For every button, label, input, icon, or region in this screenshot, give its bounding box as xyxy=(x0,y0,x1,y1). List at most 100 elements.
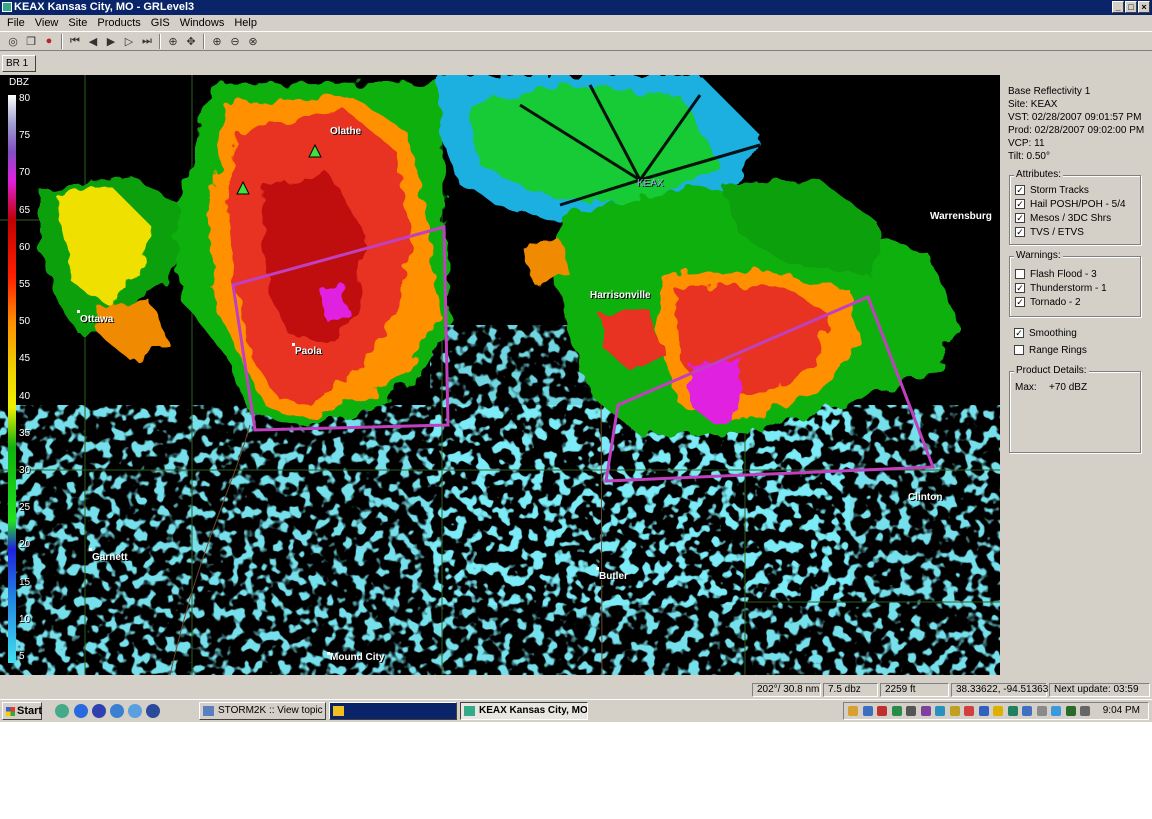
quicklaunch-media-icon[interactable] xyxy=(146,704,160,718)
grlevel3-window: KEAX Kansas City, MO - GRLevel3 _ □ × Fi… xyxy=(0,0,1152,722)
maximize-button[interactable]: □ xyxy=(1125,1,1137,13)
tray-icon[interactable] xyxy=(891,706,902,716)
tray-icon[interactable] xyxy=(877,706,887,716)
checkbox-icon[interactable] xyxy=(1015,269,1025,279)
tray-icon[interactable] xyxy=(848,706,858,716)
legend-tick-label: 10 xyxy=(19,613,31,625)
menu-file[interactable]: File xyxy=(2,15,30,31)
tray-icon[interactable] xyxy=(949,706,960,716)
next-frame-icon[interactable]: ▷ xyxy=(120,33,138,50)
product-name: Base Reflectivity 1 xyxy=(1008,86,1091,97)
checkbox-icon[interactable]: ✓ xyxy=(1014,328,1024,338)
status-next-update: Next update: 03:59 xyxy=(1049,683,1150,697)
quicklaunch-music-icon[interactable] xyxy=(55,704,69,718)
warn-tornado[interactable]: ✓ Tornado - 2 xyxy=(1010,295,1140,309)
prod-time: Prod: 02/28/2007 09:02:00 PM xyxy=(1008,125,1145,136)
tray-icon[interactable] xyxy=(964,706,974,716)
menu-bar: File View Site Products GIS Windows Help xyxy=(0,15,1152,31)
menu-site[interactable]: Site xyxy=(63,15,92,31)
tray-icon[interactable] xyxy=(935,706,945,716)
city-harrisonville: Harrisonville xyxy=(590,290,651,301)
city-keax: KEAX xyxy=(637,178,664,189)
butler-dot xyxy=(596,567,599,570)
tray-icon[interactable] xyxy=(1080,706,1090,716)
tab-br1[interactable]: BR 1 xyxy=(2,55,36,72)
checkbox-icon[interactable]: ✓ xyxy=(1015,199,1025,209)
system-tray: 9:04 PM xyxy=(843,702,1149,720)
tilt-label: Tilt: 0.50° xyxy=(1008,151,1050,162)
browser-icon xyxy=(203,706,214,716)
quicklaunch-ie-icon[interactable] xyxy=(74,704,88,718)
attr-hail[interactable]: ✓ Hail POSH/POH - 5/4 xyxy=(1010,197,1140,211)
quicklaunch-search-icon[interactable] xyxy=(128,704,142,718)
warn-thunderstorm[interactable]: ✓ Thunderstorm - 1 xyxy=(1010,281,1140,295)
tray-icon[interactable] xyxy=(1007,706,1018,716)
range-rings-toggle[interactable]: Range Rings xyxy=(1009,343,1087,357)
status-dbz: 7.5 dbz xyxy=(823,683,878,697)
city-paola: Paola xyxy=(295,346,322,357)
menu-products[interactable]: Products xyxy=(92,15,145,31)
checkbox-icon[interactable] xyxy=(1014,345,1024,355)
product-details-title: Product Details: xyxy=(1014,365,1089,376)
attr-tvs[interactable]: ✓ TVS / ETVS xyxy=(1010,225,1140,239)
copy-icon[interactable]: ❐ xyxy=(22,33,40,50)
quicklaunch-browser-icon[interactable] xyxy=(110,704,124,718)
menu-gis[interactable]: GIS xyxy=(146,15,175,31)
zoom-out-icon[interactable]: ⊖ xyxy=(226,33,244,50)
smoothing-toggle[interactable]: ✓ Smoothing xyxy=(1009,326,1087,340)
grlevel3-icon xyxy=(464,706,475,716)
checkbox-icon[interactable]: ✓ xyxy=(1015,297,1025,307)
open-icon[interactable]: ◎ xyxy=(4,33,22,50)
menu-help[interactable]: Help xyxy=(229,15,262,31)
title-bar[interactable]: KEAX Kansas City, MO - GRLevel3 _ □ × xyxy=(0,0,1152,15)
last-frame-icon[interactable]: ⏭ xyxy=(138,33,156,50)
menu-view[interactable]: View xyxy=(30,15,64,31)
checkbox-icon[interactable]: ✓ xyxy=(1015,185,1025,195)
close-button[interactable]: × xyxy=(1138,1,1150,13)
play-icon[interactable]: ▶ xyxy=(102,33,120,50)
legend-tick-label: 50 xyxy=(19,316,31,328)
legend-tick-label: 35 xyxy=(19,427,31,439)
checkbox-icon[interactable]: ✓ xyxy=(1015,213,1025,223)
legend-tick-label: 25 xyxy=(19,502,31,514)
tab-strip: BR 1 xyxy=(0,53,1152,73)
status-bar: 202°/ 30.8 nm 7.5 dbz 2259 ft 38.33622, … xyxy=(0,682,1152,698)
max-value: +70 dBZ xyxy=(1049,381,1088,393)
prev-frame-icon[interactable]: ◀ xyxy=(84,33,102,50)
task-grlevel3[interactable]: KEAX Kansas City, MO ... xyxy=(460,702,588,720)
tray-icon[interactable] xyxy=(920,706,931,716)
tray-icon[interactable] xyxy=(1051,706,1061,716)
zoom-reset-icon[interactable]: ⊗ xyxy=(244,33,262,50)
first-frame-icon[interactable]: ⏮ xyxy=(66,33,84,50)
task-running-app[interactable] xyxy=(329,702,457,720)
legend-tick-label: 45 xyxy=(19,353,31,365)
zoom-icon[interactable]: ⊕ xyxy=(164,33,182,50)
status-coords: 38.33622, -94.51363 xyxy=(951,683,1048,697)
task-storm2k[interactable]: STORM2K :: View topic - ... xyxy=(199,702,326,720)
tray-icon[interactable] xyxy=(1022,706,1032,716)
pan-icon[interactable]: ✥ xyxy=(182,33,200,50)
status-height: 2259 ft xyxy=(880,683,949,697)
warn-flash-flood[interactable]: Flash Flood - 3 xyxy=(1010,267,1140,281)
tray-icon[interactable] xyxy=(1036,706,1047,716)
radar-map[interactable]: Olathe KEAX Warrensburg Harrisonville Ot… xyxy=(0,75,1000,675)
ottawa-dot xyxy=(77,310,80,313)
quicklaunch-firefox-icon[interactable] xyxy=(92,704,106,718)
attr-mesos[interactable]: ✓ Mesos / 3DC Shrs xyxy=(1010,211,1140,225)
record-icon[interactable]: ● xyxy=(40,33,58,50)
minimize-button[interactable]: _ xyxy=(1112,1,1124,13)
attr-storm-tracks[interactable]: ✓ Storm Tracks xyxy=(1010,183,1140,197)
tray-icon[interactable] xyxy=(906,706,916,716)
start-button[interactable]: Start xyxy=(2,702,42,720)
checkbox-icon[interactable]: ✓ xyxy=(1015,283,1025,293)
tray-icon[interactable] xyxy=(862,706,873,716)
menu-windows[interactable]: Windows xyxy=(175,15,230,31)
tray-icon[interactable] xyxy=(978,706,989,716)
toolbar-separator xyxy=(203,33,205,49)
max-label: Max: xyxy=(1015,381,1037,393)
tray-icon[interactable] xyxy=(1065,706,1076,716)
tray-icon[interactable] xyxy=(993,706,1003,716)
windows-taskbar: Start STORM2K :: View topic - ... KEAX K… xyxy=(0,699,1152,722)
zoom-in-icon[interactable]: ⊕ xyxy=(208,33,226,50)
checkbox-icon[interactable]: ✓ xyxy=(1015,227,1025,237)
